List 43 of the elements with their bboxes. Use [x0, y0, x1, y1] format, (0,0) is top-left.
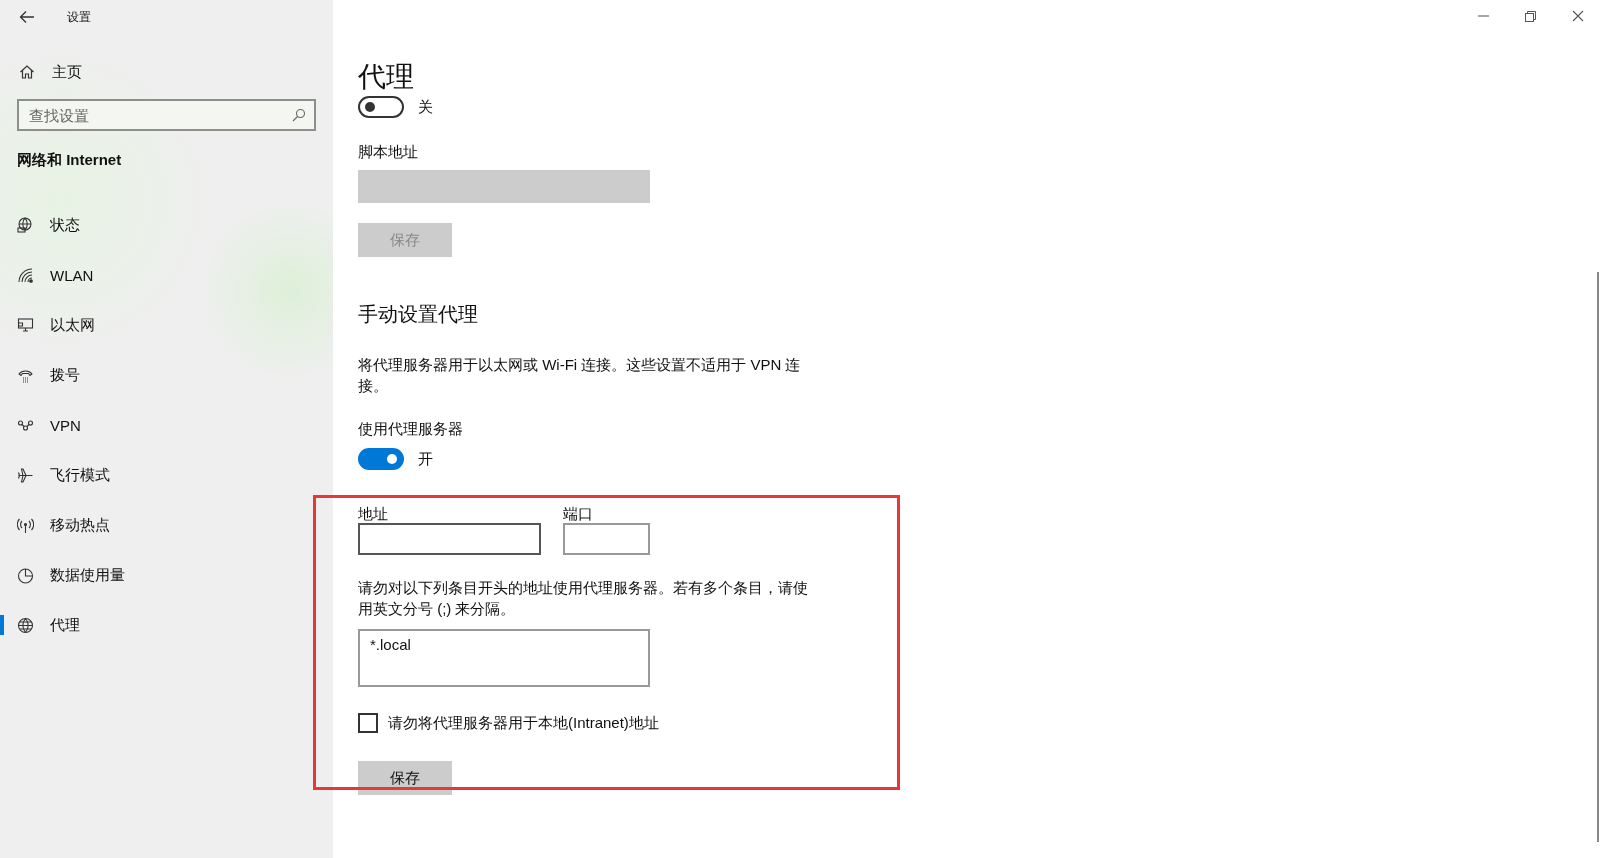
pie-chart-icon: [17, 566, 34, 584]
search-field[interactable]: 查找设置: [17, 99, 316, 131]
nav-item[interactable]: 以太网: [17, 300, 316, 350]
section-heading: 手动设置代理: [358, 302, 479, 327]
window-title: 设置: [67, 8, 91, 26]
close-icon[interactable]: [1572, 10, 1584, 22]
field-label: 脚本地址: [358, 143, 419, 162]
monitor-icon: [17, 316, 34, 334]
nav-item[interactable]: 移动热点: [17, 500, 316, 550]
nav-item[interactable]: 拨号: [17, 350, 316, 400]
globe-icon: [17, 616, 34, 634]
toggle-state: 开: [418, 449, 433, 469]
toggle-switch[interactable]: [358, 448, 404, 470]
nav-item[interactable]: WLAN: [17, 250, 316, 300]
nav-item[interactable]: 代理: [17, 600, 316, 650]
nav-item[interactable]: 飞行模式: [17, 450, 316, 500]
description: 将代理服务器用于以太网或 Wi-Fi 连接。这些设置不适用于 VPN 连接。: [358, 355, 802, 396]
nav-item[interactable]: VPN: [17, 400, 316, 450]
checkbox-label: 请勿将代理服务器用于本地(Intranet)地址: [388, 713, 659, 733]
page-title: 代理: [358, 60, 415, 94]
toggle-switch[interactable]: [358, 96, 404, 118]
exceptions-field[interactable]: *.local: [358, 629, 650, 687]
field-label: 地址: [358, 505, 389, 523]
antenna-icon: [17, 516, 34, 534]
search-icon: [292, 108, 306, 122]
port-field[interactable]: [563, 523, 650, 555]
nav-item[interactable]: 状态: [17, 200, 316, 250]
field-label: 端口: [563, 505, 594, 523]
exceptions-note: 请勿对以下列条目开头的地址使用代理服务器。若有多个条目，请使用英文分号 (;) 来分隔。: [358, 578, 809, 619]
home-icon: [19, 64, 35, 80]
scrollbar[interactable]: [1597, 272, 1599, 842]
back-arrow-icon[interactable]: [19, 10, 35, 24]
toggle-label: 使用代理服务器: [358, 420, 464, 439]
home-item[interactable]: 主页: [17, 59, 316, 85]
checkbox[interactable]: [358, 713, 378, 733]
airplane-icon: [17, 466, 34, 484]
restore-icon[interactable]: [1525, 10, 1536, 22]
globe-monitor-icon: [17, 216, 34, 234]
nav-item[interactable]: 数据使用量: [17, 550, 316, 600]
address-field[interactable]: [358, 523, 541, 555]
toggle-state: 关: [418, 97, 433, 117]
section-heading: 网络和 Internet: [17, 151, 123, 170]
wifi-icon: [17, 266, 34, 284]
